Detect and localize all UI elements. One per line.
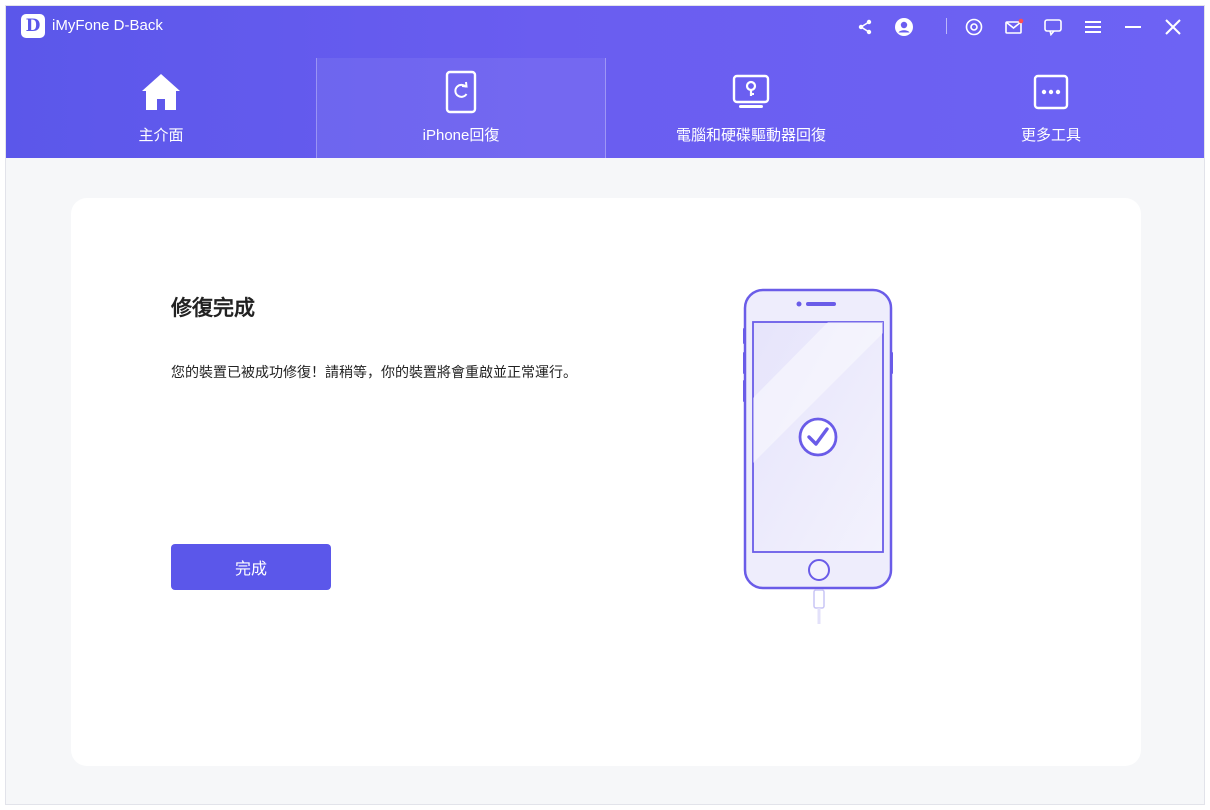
mail-icon[interactable] [1003,16,1025,38]
header: D iMyFone D-Back 主介面 iPhone回復 電腦和硬碟驅動器回復… [6,6,1204,158]
iphone-recovery-icon [445,70,477,114]
app-logo: D [21,14,45,38]
titlebar: D iMyFone D-Back [6,6,1204,48]
share-icon[interactable] [854,16,876,38]
close-icon[interactable] [1162,16,1184,38]
account-icon[interactable] [893,16,915,38]
feedback-icon[interactable] [1042,16,1064,38]
result-card: 修復完成 您的裝置已被成功修復！請稍等，你的裝置將會重啟並正常運行。 完成 [71,198,1141,766]
settings-icon[interactable] [963,16,985,38]
minimize-icon[interactable] [1122,16,1144,38]
page-title: 修復完成 [171,295,255,320]
done-button[interactable]: 完成 [171,544,331,590]
nav-item-iphone-recovery[interactable]: iPhone回復 [317,58,605,158]
nav-label-pc-recovery: 電腦和硬碟驅動器回復 [675,127,826,144]
main-nav: 主介面 iPhone回復 電腦和硬碟驅動器回復 更多工具 [6,58,1204,158]
nav-label-iphone-recovery: iPhone回復 [422,127,500,144]
app-title: iMyFone D-Back [52,17,163,34]
nav-label-more-tools: 更多工具 [1020,127,1081,144]
nav-item-more-tools[interactable]: 更多工具 [896,58,1204,158]
nav-item-pc-recovery[interactable]: 電腦和硬碟驅動器回復 [606,58,896,158]
pc-recovery-icon [731,70,771,114]
titlebar-divider [946,18,947,34]
app-window: D iMyFone D-Back 主介面 iPhone回復 電腦和硬碟驅動器回復… [5,5,1205,805]
menu-icon[interactable] [1082,16,1104,38]
home-icon [140,70,182,114]
nav-item-home[interactable]: 主介面 [6,58,316,158]
result-description: 您的裝置已被成功修復！請稍等，你的裝置將會重啟並正常運行。 [171,364,577,380]
nav-label-home: 主介面 [138,127,184,144]
more-tools-icon [1032,70,1070,114]
phone-illustration [743,288,893,628]
